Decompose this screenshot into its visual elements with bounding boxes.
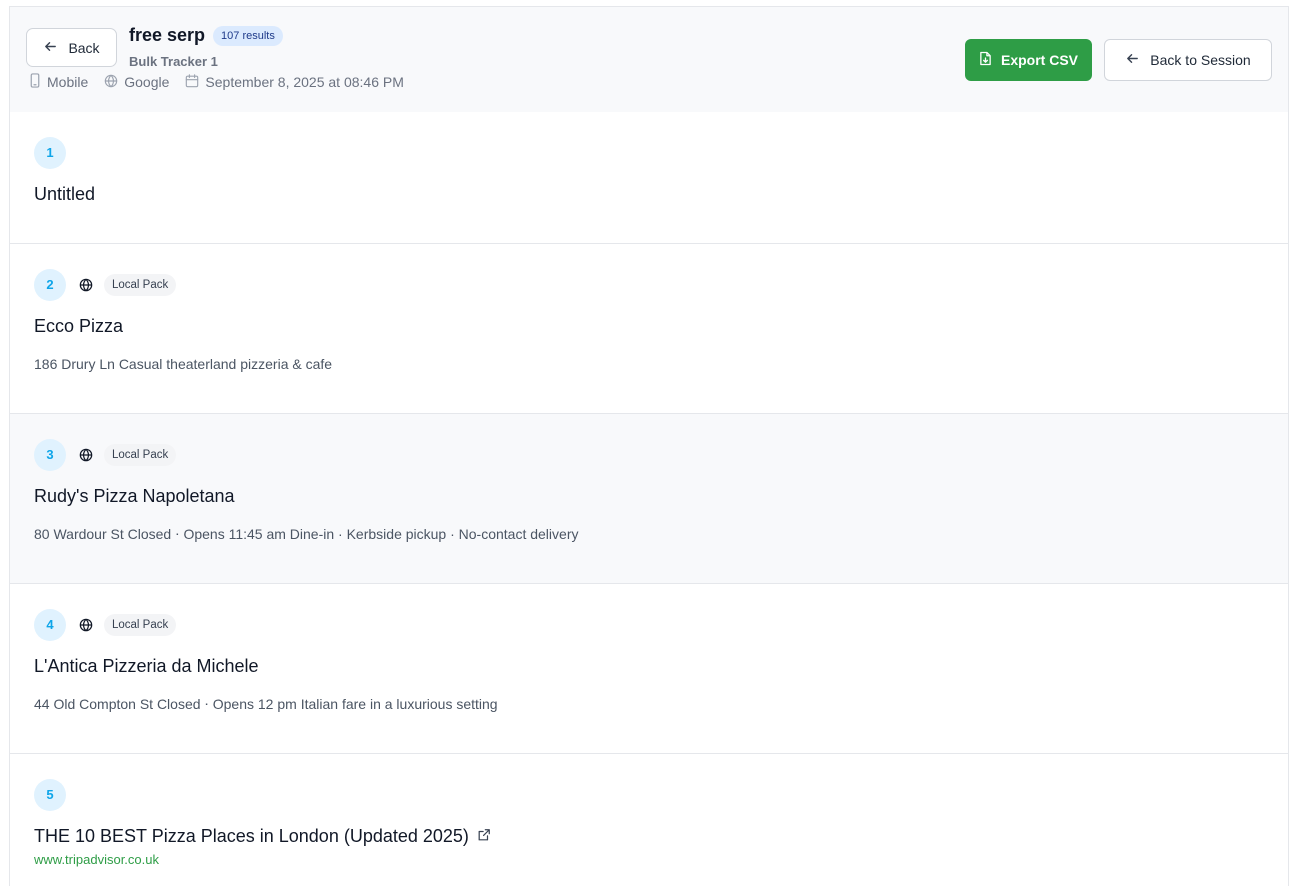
page-title: free serp <box>129 25 206 45</box>
result-title: THE 10 BEST Pizza Places in London (Upda… <box>34 824 1264 848</box>
back-to-session-button[interactable]: Back to Session <box>1104 39 1272 81</box>
result-type-badge: Local Pack <box>104 273 177 296</box>
device-meta: Mobile <box>29 73 88 91</box>
date-meta: September 8, 2025 at 08:46 PM <box>185 73 404 91</box>
result-title-text: Untitled <box>34 184 96 204</box>
rank-badge: 5 <box>34 778 66 811</box>
result-title-link[interactable]: THE 10 BEST Pizza Places in London (Upda… <box>34 824 469 848</box>
result-item: 5 THE 10 BEST Pizza Places in London (Up… <box>10 754 1288 894</box>
device-label: Mobile <box>47 74 89 90</box>
result-url[interactable]: www.tripadvisor.co.uk <box>34 852 1264 867</box>
page-header: Back free serp 107 results Bulk Tracker … <box>10 7 1288 112</box>
result-title-text: Ecco Pizza <box>34 316 124 336</box>
result-title: Rudy's Pizza Napoletana <box>34 484 1264 508</box>
result-description: 80 Wardour St Closed ⋅ Opens 11:45 am Di… <box>34 526 579 542</box>
file-csv-icon <box>979 51 992 69</box>
title-row: free serp 107 results <box>129 25 283 46</box>
arrow-left-icon <box>1125 51 1140 69</box>
result-tags: 5 <box>34 778 1264 811</box>
globe-icon <box>76 275 96 295</box>
rank-badge: 4 <box>34 608 66 641</box>
result-tags: 1 <box>34 136 1264 169</box>
back-to-session-label: Back to Session <box>1150 52 1251 68</box>
result-type-badge: Local Pack <box>104 443 177 466</box>
results-list: 1 Untitled 2 Local Pack Ecco Pizza 186 D… <box>10 112 1288 894</box>
back-button-label: Back <box>68 39 100 56</box>
globe-icon <box>104 74 118 91</box>
result-title-text: L'Antica Pizzeria da Michele <box>34 656 259 676</box>
result-item: 1 Untitled <box>10 112 1288 244</box>
result-title: L'Antica Pizzeria da Michele <box>34 654 1264 678</box>
globe-icon <box>76 615 96 635</box>
result-tags: 2 Local Pack <box>34 268 1264 301</box>
result-tags: 4 Local Pack <box>34 608 1264 641</box>
engine-meta: Google <box>104 74 169 91</box>
calendar-icon <box>185 73 199 91</box>
result-item: 4 Local Pack L'Antica Pizzeria da Michel… <box>10 584 1288 754</box>
result-description: 44 Old Compton St Closed ⋅ Opens 12 pm I… <box>34 696 498 712</box>
export-csv-label: Export CSV <box>1000 52 1078 68</box>
date-label: September 8, 2025 at 08:46 PM <box>205 74 404 90</box>
result-title-text: Rudy's Pizza Napoletana <box>34 486 235 506</box>
result-title: Untitled <box>34 182 1264 206</box>
result-item: 3 Local Pack Rudy's Pizza Napoletana 80 … <box>10 414 1288 584</box>
back-button[interactable]: Back <box>26 28 117 67</box>
rank-badge: 2 <box>34 268 66 301</box>
result-type-badge: Local Pack <box>104 613 177 636</box>
tracker-name: Bulk Tracker 1 <box>129 54 218 69</box>
rank-badge: 3 <box>34 438 66 471</box>
export-csv-button[interactable]: Export CSV <box>965 39 1092 81</box>
serp-results-panel: Back free serp 107 results Bulk Tracker … <box>9 6 1289 886</box>
globe-icon <box>76 445 96 465</box>
rank-badge: 1 <box>34 136 66 169</box>
result-description: 186 Drury Ln Casual theaterland pizzeria… <box>34 356 333 372</box>
results-count-badge: 107 results <box>213 25 283 46</box>
external-link-icon[interactable] <box>477 824 491 848</box>
mobile-icon <box>29 73 41 91</box>
result-item: 2 Local Pack Ecco Pizza 186 Drury Ln Cas… <box>10 244 1288 414</box>
arrow-left-icon <box>43 39 58 57</box>
result-tags: 3 Local Pack <box>34 438 1264 471</box>
engine-label: Google <box>124 74 170 90</box>
result-title: Ecco Pizza <box>34 314 1264 338</box>
meta-row: Mobile Google September 8, 2025 at 08:46… <box>29 73 404 91</box>
